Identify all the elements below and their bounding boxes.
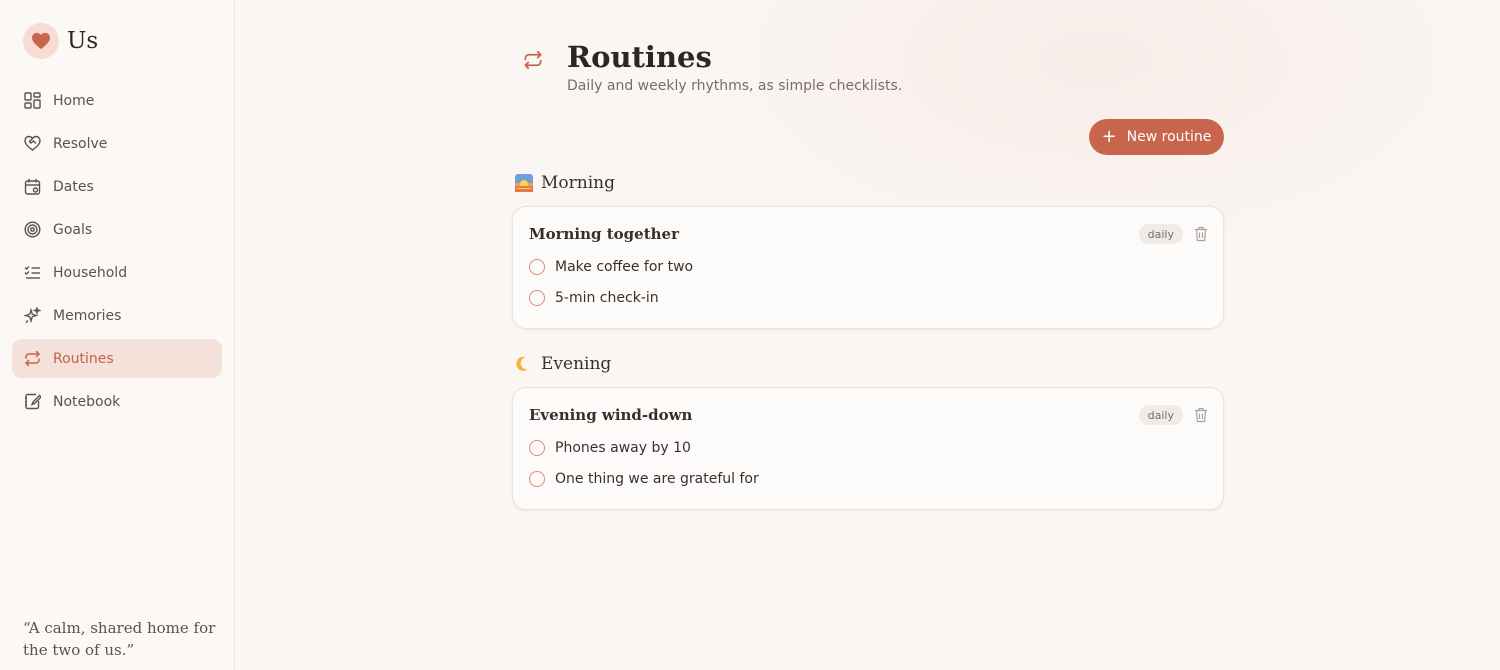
- repeat-icon: [523, 50, 543, 70]
- checklist-icon: [24, 264, 41, 281]
- sidebar-item-label: Goals: [53, 221, 93, 238]
- page-title: Routines: [567, 40, 712, 74]
- task-item[interactable]: One thing we are grateful for: [529, 471, 759, 487]
- sidebar-item-dates[interactable]: Dates: [12, 167, 222, 206]
- target-icon: [24, 221, 41, 238]
- grid-icon: [24, 92, 41, 109]
- trash-icon[interactable]: [1194, 407, 1208, 423]
- task-label: Phones away by 10: [555, 440, 691, 456]
- sidebar-item-resolve[interactable]: Resolve: [12, 124, 222, 163]
- frequency-badge: daily: [1138, 405, 1183, 425]
- task-item[interactable]: Phones away by 10: [529, 440, 691, 456]
- sidebar-item-label: Notebook: [53, 393, 121, 410]
- task-checkbox[interactable]: [529, 290, 545, 306]
- sunrise-icon: [515, 174, 533, 192]
- sidebar-item-label: Household: [53, 264, 128, 281]
- calendar-icon: [24, 178, 41, 195]
- task-checkbox[interactable]: [529, 259, 545, 275]
- section-title-text: Evening: [541, 354, 612, 374]
- task-item[interactable]: Make coffee for two: [529, 259, 693, 275]
- task-checkbox[interactable]: [529, 440, 545, 456]
- sidebar-item-memories[interactable]: Memories: [12, 296, 222, 335]
- sidebar-item-label: Home: [53, 92, 95, 109]
- task-checkbox[interactable]: [529, 471, 545, 487]
- sidebar-item-label: Memories: [53, 307, 122, 324]
- sidebar-item-home[interactable]: Home: [12, 81, 222, 120]
- sidebar-item-label: Resolve: [53, 135, 108, 152]
- section-title-evening: Evening: [515, 354, 611, 374]
- app-name: Us: [67, 28, 99, 54]
- sidebar-nav: Home Resolve Dates Goals Household Memor…: [12, 81, 222, 425]
- sidebar-item-notebook[interactable]: Notebook: [12, 382, 222, 421]
- sidebar-item-goals[interactable]: Goals: [12, 210, 222, 249]
- main-content: Routines Daily and weekly rhythms, as si…: [235, 0, 1500, 670]
- routine-title: Evening wind-down: [529, 406, 693, 424]
- sidebar-item-label: Dates: [53, 178, 94, 195]
- routine-title: Morning together: [529, 225, 679, 243]
- section-title-text: Morning: [541, 173, 615, 193]
- sparkles-icon: [24, 307, 41, 324]
- routine-card: Evening wind-down daily Phones away by 1…: [512, 387, 1224, 510]
- task-label: 5-min check-in: [555, 290, 659, 306]
- task-label: One thing we are grateful for: [555, 471, 759, 487]
- plus-icon: +: [1101, 126, 1117, 147]
- repeat-icon: [24, 350, 41, 367]
- sidebar-item-household[interactable]: Household: [12, 253, 222, 292]
- task-label: Make coffee for two: [555, 259, 694, 275]
- heart-handshake-icon: [24, 135, 41, 152]
- sidebar-item-routines[interactable]: Routines: [12, 339, 222, 378]
- notebook-icon: [24, 393, 41, 410]
- heart-logo-icon: [23, 23, 59, 59]
- new-routine-label: New routine: [1126, 129, 1212, 145]
- task-item[interactable]: 5-min check-in: [529, 290, 659, 306]
- frequency-badge: daily: [1138, 224, 1183, 244]
- crescent-moon-icon: [515, 355, 533, 373]
- sidebar: Us Home Resolve Dates Goals Household Me…: [0, 0, 235, 670]
- sidebar-item-label: Routines: [53, 350, 114, 367]
- brand[interactable]: Us: [23, 23, 98, 59]
- new-routine-button[interactable]: + New routine: [1089, 119, 1224, 155]
- sidebar-quote: “A calm, shared home for the two of us.”: [23, 619, 216, 659]
- section-title-morning: Morning: [515, 173, 615, 193]
- routine-card: Morning together daily Make coffee for t…: [512, 206, 1224, 329]
- trash-icon[interactable]: [1194, 226, 1208, 242]
- page-subtitle: Daily and weekly rhythms, as simple chec…: [567, 78, 903, 94]
